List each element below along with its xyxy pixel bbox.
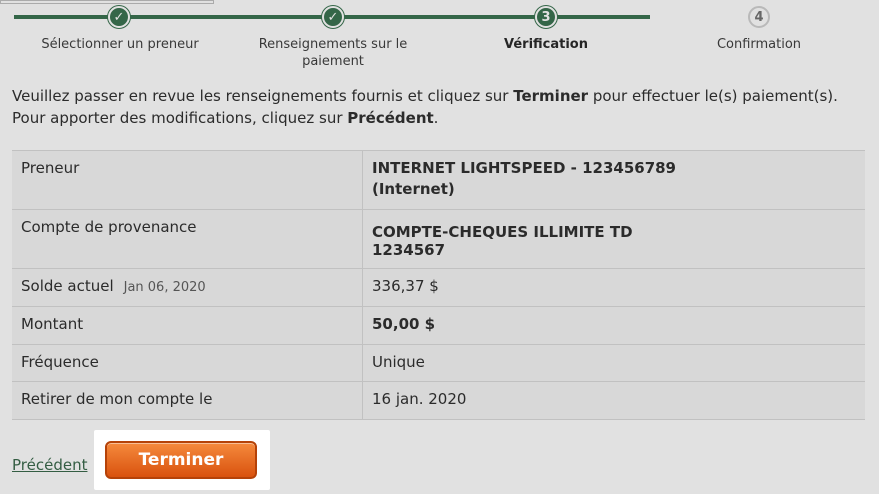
step-4-label: Confirmation (716, 37, 802, 52)
payee-label: Preneur (12, 151, 363, 209)
summary-row-frequency: Fréquence Unique (12, 345, 865, 382)
summary-row-from-account: Compte de provenance COMPTE-CHEQUES ILLI… (12, 210, 865, 269)
amount-value: 50,00 $ (372, 315, 436, 333)
payee-value: INTERNET LIGHTSPEED - 123456789 (Interne… (372, 159, 676, 198)
summary-row-amount: Montant 50,00 $ (12, 307, 865, 345)
step-4-indicator: 4 (748, 6, 770, 28)
summary-row-balance: Solde actuel Jan 06, 2020 336,37 $ (12, 269, 865, 307)
finish-button[interactable]: Terminer (105, 441, 257, 479)
withdraw-date-value: 16 jan. 2020 (372, 390, 467, 408)
instructions: Veuillez passer en revue les renseigneme… (12, 87, 838, 127)
summary-row-withdraw-date: Retirer de mon compte le 16 jan. 2020 (12, 382, 865, 420)
payment-verification-page: ✓ ✓ 3 4 Sélectionner un preneur Renseign… (0, 0, 879, 494)
from-account-label: Compte de provenance (12, 210, 363, 268)
balance-label: Solde actuel Jan 06, 2020 (12, 269, 363, 306)
step-3-indicator: 3 (535, 6, 557, 28)
amount-label: Montant (12, 307, 363, 344)
balance-date: Jan 06, 2020 (123, 280, 206, 295)
frequency-value: Unique (372, 353, 425, 371)
balance-value: 336,37 $ (372, 277, 439, 295)
step-3-label: Vérification (503, 37, 588, 52)
withdraw-date-label: Retirer de mon compte le (12, 382, 363, 419)
step-2-check-icon: ✓ (322, 6, 344, 28)
from-account-value: COMPTE-CHEQUES ILLIMITE TD 1234567 (372, 223, 633, 259)
previous-link[interactable]: Précédent (12, 456, 87, 474)
frequency-label: Fréquence (12, 345, 363, 381)
step-1-label: Sélectionner un preneur (41, 37, 199, 52)
summary-row-payee: Preneur INTERNET LIGHTSPEED - 123456789 … (12, 151, 865, 210)
progress-track-remaining (0, 0, 214, 4)
step-1-check-icon: ✓ (108, 6, 130, 28)
payment-summary-table: Preneur INTERNET LIGHTSPEED - 123456789 … (12, 150, 865, 420)
step-2-label: Renseignements sur le paiement (258, 37, 408, 69)
